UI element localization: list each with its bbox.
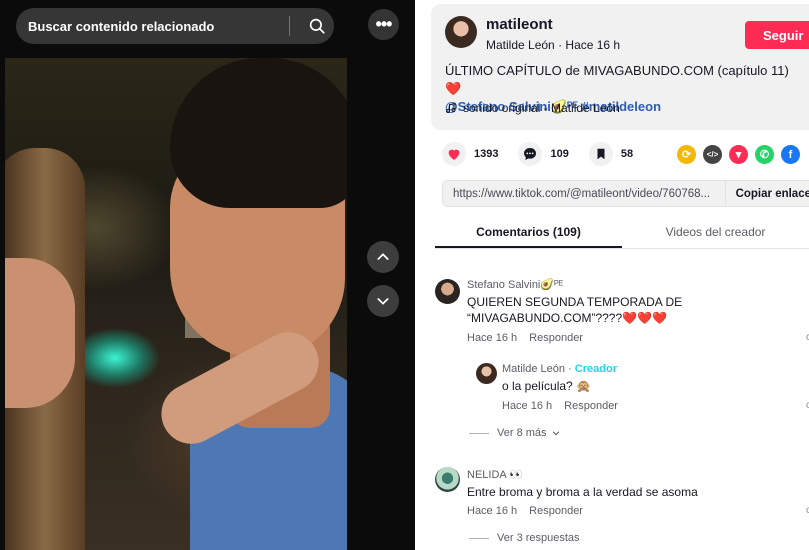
- video-info-card: matileont Matilde León · Hace 16 h Segui…: [431, 4, 809, 130]
- commenter-avatar[interactable]: [435, 279, 460, 304]
- comment-author[interactable]: NELIDA 👀: [467, 468, 523, 481]
- comment-time: Hace 16 h: [467, 505, 518, 517]
- chevron-down-icon: [552, 431, 559, 436]
- view-more-label: Ver 8 más: [497, 427, 547, 439]
- repost-icon[interactable]: ⟳: [677, 145, 696, 164]
- follow-button[interactable]: Seguir: [745, 21, 809, 49]
- search-icon[interactable]: [300, 8, 334, 44]
- comment-text-line: “MIVAGABUNDO.COM”????❤️❤️❤️: [467, 311, 667, 325]
- bookmark-icon: [588, 142, 613, 166]
- comment-icon: [518, 142, 543, 166]
- reply-text: o la película? 🙊: [502, 379, 591, 393]
- save-count: 58: [620, 148, 634, 160]
- reply-button[interactable]: Responder: [529, 332, 583, 344]
- sound-link[interactable]: sonido original - Matilde León: [445, 101, 620, 115]
- reply-author-row: Matilde León · Creador: [502, 363, 617, 375]
- search-input[interactable]: Buscar contenido relacionado: [28, 19, 289, 34]
- reply-button[interactable]: Responder: [529, 505, 583, 517]
- more-options-button[interactable]: •••: [368, 9, 399, 40]
- previous-video-button[interactable]: [367, 241, 399, 273]
- woman-face: [5, 258, 75, 408]
- copy-link-button[interactable]: Copiar enlace: [724, 181, 809, 206]
- details-panel: matileont Matilde León · Hace 16 h Segui…: [415, 0, 809, 550]
- caption-text: ÚLTIMO CAPÍTULO de MIVAGABUNDO.COM (capí…: [445, 63, 789, 96]
- view-replies-label: Ver 3 respuestas: [497, 532, 580, 544]
- creator-avatar[interactable]: [476, 363, 497, 384]
- author-subline: Matilde León · Hace 16 h: [486, 38, 620, 52]
- commenter-avatar[interactable]: [435, 467, 460, 492]
- like-button[interactable]: 1393: [442, 142, 498, 166]
- dot-separator: ·: [568, 363, 575, 375]
- sound-label: sonido original - Matilde León: [463, 101, 620, 115]
- next-video-button[interactable]: [367, 285, 399, 317]
- divider-line: [469, 432, 489, 434]
- man-hair: [170, 58, 347, 208]
- comment-button[interactable]: 109: [518, 142, 569, 166]
- share-icons: ⟳ </> ▾ ✆ f: [677, 145, 800, 164]
- reply-button[interactable]: Responder: [564, 400, 618, 412]
- comment-text: Entre broma y broma a la verdad se asoma: [467, 485, 698, 499]
- creator-badge: Creador: [574, 363, 617, 375]
- comment-count: 109: [550, 148, 569, 160]
- like-count: 1393: [474, 148, 499, 160]
- video-frame: [5, 58, 347, 550]
- tab-comments[interactable]: Comentarios (109): [435, 216, 622, 248]
- save-button[interactable]: 58: [588, 142, 634, 166]
- author-display-name[interactable]: Matilde León: [486, 38, 555, 52]
- reply-meta: Hace 16 h Responder: [502, 400, 618, 412]
- comment-text-line: QUIEREN SEGUNDA TEMPORADA DE: [467, 295, 683, 309]
- post-time: Hace 16 h: [565, 38, 621, 52]
- view-more-replies[interactable]: Ver 8 más: [469, 427, 561, 439]
- search-bar[interactable]: Buscar contenido relacionado: [16, 8, 334, 44]
- share-url-box: https://www.tiktok.com/@matileont/video/…: [442, 180, 809, 207]
- whatsapp-icon[interactable]: ✆: [755, 145, 774, 164]
- comment-meta: Hace 16 h Responder: [467, 332, 583, 344]
- tab-creator-videos[interactable]: Videos del creador: [622, 216, 809, 248]
- chevron-up-icon: [377, 253, 389, 260]
- action-bar: 1393 109 58: [442, 142, 653, 166]
- reply-time: Hace 16 h: [502, 400, 553, 412]
- comment-time: Hace 16 h: [467, 332, 518, 344]
- author-username[interactable]: matileont: [486, 16, 553, 33]
- comment-author[interactable]: Stefano Salvini🥑ᴾᴱ: [467, 278, 563, 291]
- facebook-icon[interactable]: f: [781, 145, 800, 164]
- reply-author[interactable]: Matilde León: [502, 363, 565, 375]
- author-avatar[interactable]: [445, 16, 477, 48]
- view-replies[interactable]: Ver 3 respuestas: [469, 532, 580, 544]
- embed-icon[interactable]: </>: [703, 145, 722, 164]
- panel-tabs: Comentarios (109) Videos del creador: [435, 216, 809, 249]
- video-player[interactable]: Buscar contenido relacionado •••: [0, 0, 415, 550]
- chevron-down-icon: [377, 298, 389, 305]
- music-note-icon: [446, 102, 456, 113]
- send-icon[interactable]: ▾: [729, 145, 748, 164]
- heart-icon: [442, 142, 466, 166]
- comment-meta: Hace 16 h Responder: [467, 505, 583, 517]
- divider-line: [469, 537, 489, 539]
- search-divider: [289, 16, 290, 36]
- share-url[interactable]: https://www.tiktok.com/@matileont/video/…: [443, 188, 725, 200]
